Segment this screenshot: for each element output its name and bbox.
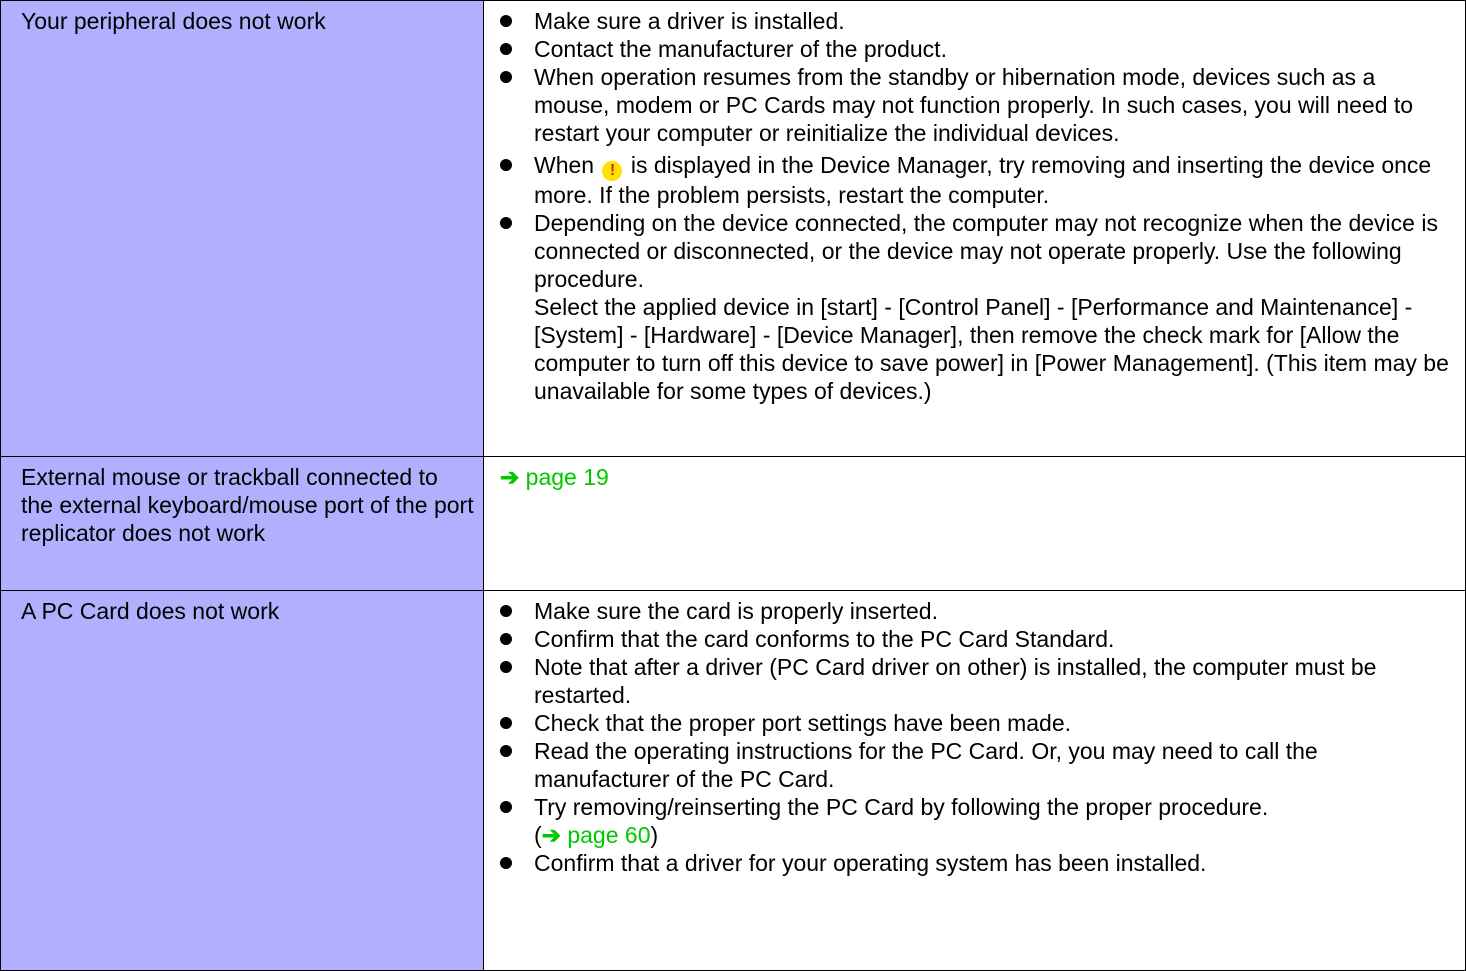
bullet-icon [500, 605, 512, 617]
solution-cell: Make sure a driver is installed. Contact… [483, 0, 1466, 457]
paren-open: ( [534, 822, 542, 848]
page-link-text: page 60 [567, 822, 651, 848]
list-item: Confirm that the card conforms to the PC… [500, 625, 1457, 653]
solution-list: Make sure the card is properly inserted.… [500, 597, 1457, 877]
solution-text: Confirm that a driver for your operating… [534, 850, 1207, 876]
bullet-icon [500, 633, 512, 645]
list-item: Depending on the device connected, the c… [500, 209, 1457, 405]
solution-list: Make sure a driver is installed. Contact… [500, 7, 1457, 405]
list-item: Make sure the card is properly inserted. [500, 597, 1457, 625]
solution-text: Depending on the device connected, the c… [534, 210, 1438, 292]
solution-text: Contact the manufacturer of the product. [534, 36, 947, 62]
list-item: When ! is displayed in the Device Manage… [500, 151, 1457, 209]
paren-close: ) [650, 822, 659, 848]
bullet-icon [500, 661, 512, 673]
table-row: External mouse or trackball connected to… [0, 456, 1466, 591]
bullet-icon [500, 217, 512, 229]
solution-cell: ➔ page 19 [483, 456, 1466, 591]
list-item: Note that after a driver (PC Card driver… [500, 653, 1457, 709]
bullet-icon [500, 43, 512, 55]
problem-text: External mouse or trackball connected to… [21, 464, 474, 546]
bullet-icon [500, 801, 512, 813]
solution-text: When [534, 152, 595, 178]
bullet-icon [500, 857, 512, 869]
bullet-icon [500, 717, 512, 729]
list-item: Contact the manufacturer of the product. [500, 35, 1457, 63]
solution-text: Check that the proper port settings have… [534, 710, 1071, 736]
problem-cell: External mouse or trackball connected to… [0, 456, 484, 591]
solution-text: Read the operating instructions for the … [534, 738, 1318, 792]
bullet-icon [500, 71, 512, 83]
solution-text: Make sure a driver is installed. [534, 8, 845, 34]
problem-text: A PC Card does not work [21, 598, 280, 624]
solution-cell: Make sure the card is properly inserted.… [483, 590, 1466, 971]
problem-text: Your peripheral does not work [21, 8, 326, 34]
page-19-link[interactable]: ➔ page 19 [500, 464, 609, 490]
bullet-icon [500, 745, 512, 757]
arrow-right-icon: ➔ [500, 464, 520, 490]
solution-text: Confirm that the card conforms to the PC… [534, 626, 1115, 652]
list-item: Make sure a driver is installed. [500, 7, 1457, 35]
solution-text: Note that after a driver (PC Card driver… [534, 654, 1377, 708]
list-item: Confirm that a driver for your operating… [500, 849, 1457, 877]
solution-text: Try removing/reinserting the PC Card by … [534, 794, 1269, 820]
procedure-text: Select the applied device in [start] - [… [534, 294, 1449, 404]
device-manager-warning-icon: ! [602, 161, 623, 181]
page-60-link[interactable]: ➔ page 60 [542, 822, 651, 848]
table-row: Your peripheral does not work Make sure … [0, 0, 1466, 457]
list-item: When operation resumes from the standby … [500, 63, 1457, 147]
bullet-icon [500, 159, 512, 171]
solution-text: When operation resumes from the standby … [534, 64, 1414, 146]
arrow-right-icon: ➔ [541, 822, 561, 848]
solution-text: is displayed in the Device Manager, try … [534, 152, 1432, 208]
list-item: Try removing/reinserting the PC Card by … [500, 793, 1457, 849]
list-item: Read the operating instructions for the … [500, 737, 1457, 793]
problem-cell: Your peripheral does not work [0, 0, 484, 457]
solution-text: Make sure the card is properly inserted. [534, 598, 938, 624]
list-item: Check that the proper port settings have… [500, 709, 1457, 737]
table-row: A PC Card does not work Make sure the ca… [0, 590, 1466, 971]
problem-cell: A PC Card does not work [0, 590, 484, 971]
troubleshooting-table: Your peripheral does not work Make sure … [0, 0, 1466, 971]
bullet-icon [500, 15, 512, 27]
page-link-text: page 19 [525, 464, 609, 490]
